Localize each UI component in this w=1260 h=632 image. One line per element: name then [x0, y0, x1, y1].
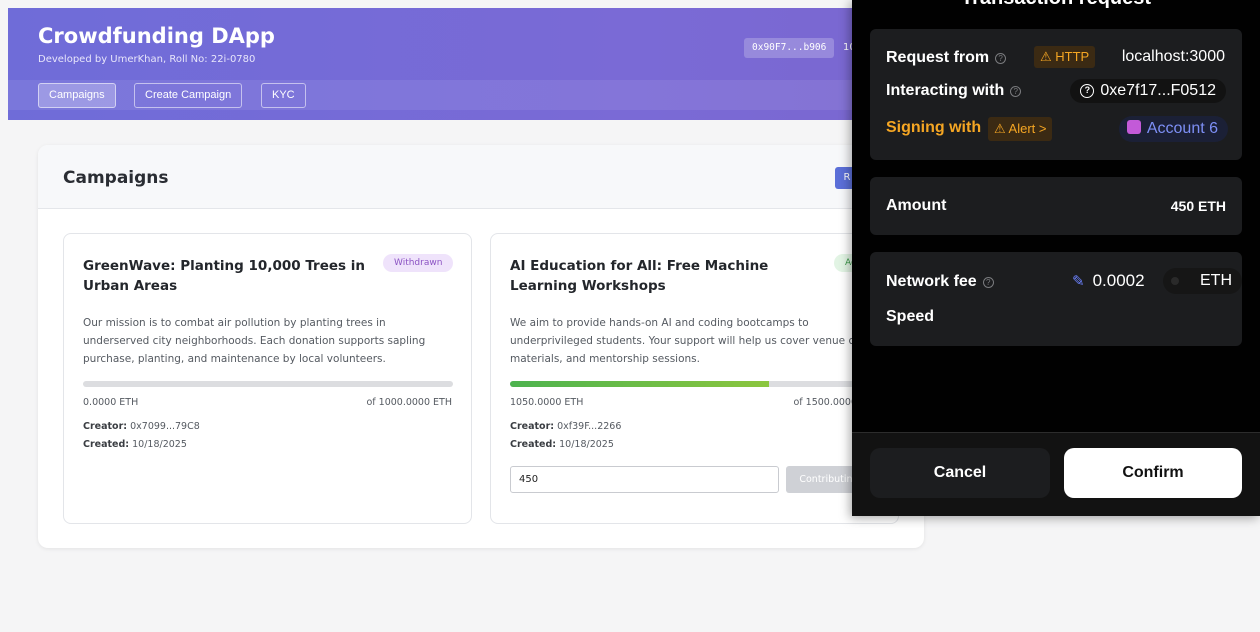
campaign-title: AI Education for All: Free Machine Learn… [510, 258, 769, 294]
network-fee-value[interactable]: ✎ 0.0002 [1072, 270, 1145, 293]
created-date: 10/18/2025 [132, 439, 187, 450]
question-icon: ? [1080, 84, 1095, 98]
creator-line: Creator: 0xf39F...2266 [510, 421, 621, 432]
created-date: 10/18/2025 [559, 439, 614, 450]
fee-currency-chip: ETH [1163, 268, 1242, 294]
request-details-box: Request from? ⚠ HTTP localhost:3000 Inte… [870, 29, 1242, 160]
creator-line: Creator: 0x7099...79C8 [83, 421, 200, 432]
creator-address: 0xf39F...2266 [557, 421, 622, 432]
info-icon[interactable]: ? [982, 277, 994, 288]
transaction-title: Transaction request [852, 0, 1260, 10]
tab-create-campaign[interactable]: Create Campaign [134, 83, 243, 108]
campaign-card: AI Education for All: Free Machine Learn… [490, 233, 899, 524]
status-badge: Withdrawn [383, 254, 454, 272]
creator-address: 0x7099...79C8 [130, 421, 200, 432]
progress-fill [510, 381, 769, 387]
goal-amount: of 1000.0000 ETH [366, 397, 452, 408]
wallet-address-chip[interactable]: 0x90F7...b906 [744, 38, 835, 58]
contract-address-chip[interactable]: ? 0xe7f17...F0512 [1070, 79, 1226, 103]
http-warning-tag[interactable]: ⚠ HTTP [1034, 46, 1096, 68]
campaign-card: GreenWave: Planting 10,000 Trees in Urba… [63, 233, 472, 524]
creator-label: Creator: [83, 421, 128, 432]
account-chip[interactable]: Account 6 [1118, 116, 1228, 142]
tab-campaigns[interactable]: Campaigns [38, 83, 116, 108]
app-title: Crowdfunding DApp [38, 24, 275, 48]
network-fee-row: Network fee? [886, 273, 994, 291]
app-subtitle: Developed by UmerKhan, Roll No: 22i-0780 [38, 54, 256, 65]
created-line: Created: 10/18/2025 [510, 439, 614, 450]
funding-progress-bar [83, 381, 453, 387]
created-label: Created: [83, 439, 130, 450]
amount-label: Amount [886, 197, 947, 214]
network-fee-label: Network fee [886, 273, 977, 290]
contract-address: 0xe7f17...F0512 [1100, 82, 1216, 99]
alert-tag[interactable]: ⚠ Alert > [988, 117, 1053, 141]
campaign-title: GreenWave: Planting 10,000 Trees in Urba… [83, 258, 365, 294]
eth-icon [1171, 277, 1179, 285]
contribution-amount-input[interactable] [510, 466, 779, 493]
info-icon[interactable]: ? [995, 53, 1007, 64]
edit-pencil-icon[interactable]: ✎ [1072, 273, 1085, 290]
request-from-row: Request from? [886, 49, 1007, 67]
raised-amount: 1050.0000 ETH [510, 397, 584, 408]
network-fee-box: Network fee? Speed [870, 252, 1242, 346]
fee-amount: 0.0002 [1092, 271, 1145, 290]
info-icon[interactable]: ? [1010, 86, 1022, 97]
campaign-description: Our mission is to combat air pollution b… [83, 317, 426, 365]
funding-progress-bar [510, 381, 880, 387]
confirm-button[interactable]: Confirm [1064, 448, 1242, 498]
creator-label: Creator: [510, 421, 555, 432]
tab-kyc[interactable]: KYC [261, 83, 306, 108]
interacting-with-row: Interacting with? [886, 82, 1022, 100]
account-name: Account 6 [1146, 120, 1218, 137]
speed-label: Speed [886, 308, 935, 325]
signing-with-label: Signing with [886, 119, 982, 136]
amount-value: 450 ETH [1170, 198, 1226, 214]
wallet-transaction-popup: Transaction request Request from? ⚠ HTTP… [852, 0, 1260, 516]
account-avatar-icon [1126, 120, 1141, 134]
created-line: Created: 10/18/2025 [83, 439, 187, 450]
cancel-button[interactable]: Cancel [870, 448, 1050, 498]
amount-box: Amount 450 ETH [870, 177, 1242, 235]
wallet-footer: Cancel Confirm [852, 432, 1260, 516]
panel-header: Campaigns R [38, 145, 924, 209]
raised-amount: 0.0000 ETH [83, 397, 139, 408]
campaign-description: We aim to provide hands-on AI and coding… [510, 317, 880, 365]
request-origin: localhost:3000 [1121, 48, 1225, 65]
interacting-with-label: Interacting with [886, 82, 1005, 99]
created-label: Created: [510, 439, 557, 450]
request-from-label: Request from [886, 49, 990, 66]
panel-title: Campaigns [63, 168, 169, 188]
fee-unit: ETH [1200, 272, 1232, 289]
